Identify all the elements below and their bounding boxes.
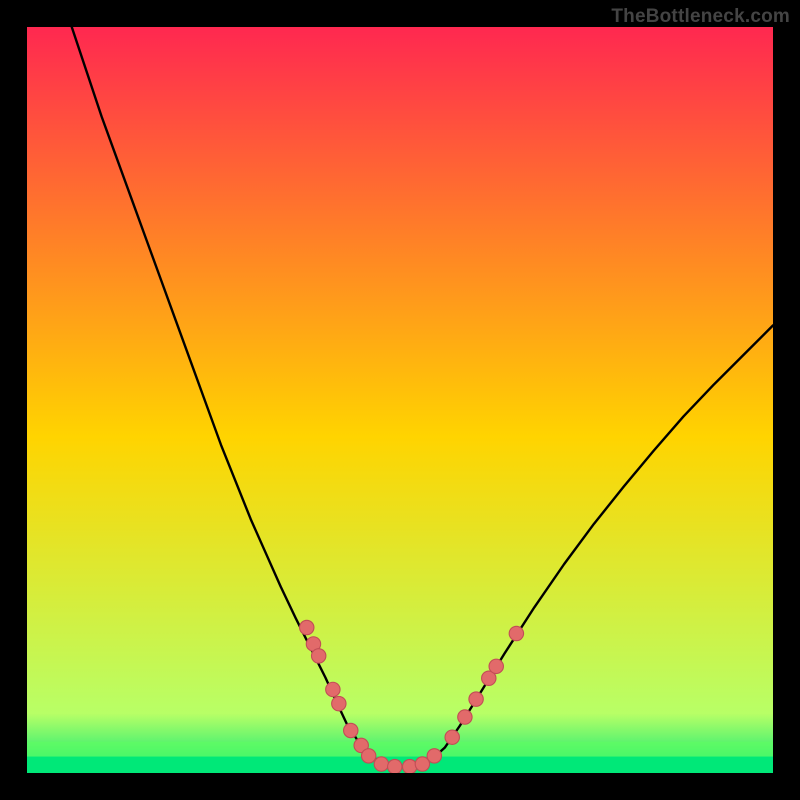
bottleneck-curve-plot bbox=[27, 27, 773, 773]
chart-svg bbox=[27, 27, 773, 773]
chart-container: TheBottleneck.com bbox=[0, 0, 800, 800]
watermark-text: TheBottleneck.com bbox=[611, 6, 790, 28]
